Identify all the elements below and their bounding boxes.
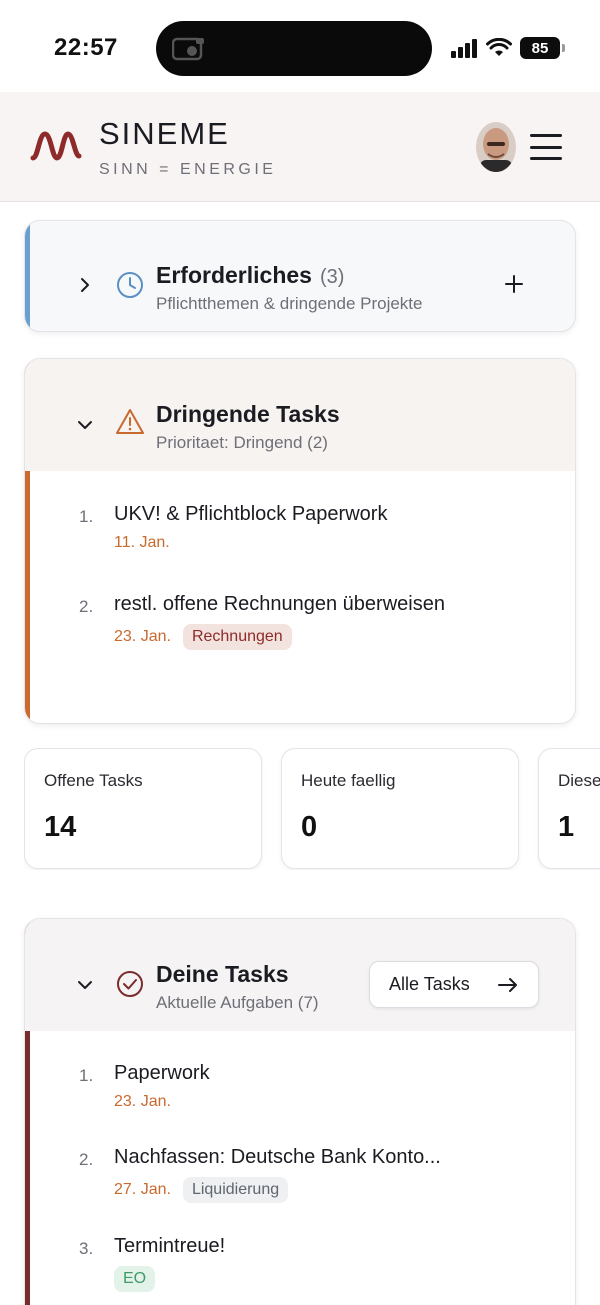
clock-icon: [117, 272, 143, 298]
battery-icon: 85: [520, 37, 565, 59]
list-item[interactable]: 2. Nachfassen: Deutsche Bank Konto... 27…: [25, 1145, 565, 1203]
stats-row: Offene Tasks 14 Heute faellig 0 Diese 1: [24, 748, 600, 870]
warning-icon: [116, 409, 144, 434]
list-item[interactable]: 1. Paperwork 23. Jan.: [25, 1061, 565, 1111]
task-number: 1.: [79, 507, 94, 526]
list-item[interactable]: 3. Termintreue! EO: [25, 1234, 565, 1292]
screen-recording-icon: [172, 37, 204, 61]
task-title: Termintreue!: [114, 1235, 226, 1257]
brand-name: SINEME: [99, 116, 230, 151]
status-time: 22:57: [54, 34, 118, 61]
all-tasks-button-label: Alle Tasks: [389, 974, 470, 994]
stat-value: 1: [558, 811, 575, 843]
stat-card-this-week[interactable]: Diese 1: [538, 748, 600, 869]
task-tag: Liquidierung: [182, 1177, 289, 1203]
hamburger-menu-icon[interactable]: [530, 134, 562, 160]
chevron-down-icon[interactable]: [77, 977, 93, 993]
task-tag: EO: [114, 1266, 156, 1292]
task-title: Paperwork: [114, 1062, 210, 1084]
stat-label: Diese: [558, 771, 600, 790]
add-icon[interactable]: [503, 273, 525, 295]
required-card-header[interactable]: Erforderliches (3) Pflichtthemen & dringe…: [25, 221, 575, 331]
status-bar: 22:57 85: [0, 0, 600, 92]
my-tasks-card: Deine Tasks Aktuelle Aufgaben (7) Alle T…: [24, 918, 576, 1305]
stat-label: Heute faellig: [301, 771, 396, 790]
task-title: UKV! & Pflichtblock Paperwork: [114, 503, 388, 525]
avatar-image: [476, 122, 516, 172]
task-title: restl. offene Rechnungen überweisen: [114, 593, 445, 615]
task-meta: EO: [114, 1266, 565, 1292]
urgent-subtitle: Prioritaet: Dringend (2): [156, 433, 328, 452]
all-tasks-button[interactable]: Alle Tasks: [369, 961, 539, 1008]
required-title-text: Erforderliches: [156, 262, 312, 288]
chevron-down-icon[interactable]: [77, 417, 93, 433]
avatar[interactable]: [476, 122, 516, 172]
task-meta: 11. Jan.: [114, 534, 565, 552]
list-item[interactable]: 2. restl. offene Rechnungen überweisen 2…: [25, 592, 505, 650]
stat-value: 14: [44, 811, 77, 843]
my-tasks-title: Deine Tasks: [156, 961, 289, 987]
task-due-date: 23. Jan.: [114, 628, 171, 645]
stat-card-open-tasks[interactable]: Offene Tasks 14: [24, 748, 262, 869]
task-due-date: 23. Jan.: [114, 1093, 171, 1110]
required-subtitle: Pflichtthemen & dringende Projekte: [156, 294, 423, 313]
logo-wave-icon: [30, 131, 82, 161]
urgent-tasks-card: Dringende Tasks Prioritaet: Dringend (2)…: [24, 358, 576, 724]
wifi-icon: [486, 38, 512, 56]
task-number: 1.: [79, 1066, 94, 1085]
task-meta: 27. Jan. Liquidierung: [114, 1177, 565, 1203]
stat-value: 0: [301, 811, 318, 843]
arrow-right-icon: [498, 978, 517, 992]
task-tag: Rechnungen: [182, 624, 292, 650]
required-count: (3): [319, 266, 345, 288]
required-card: Erforderliches (3) Pflichtthemen & dringe…: [24, 220, 576, 332]
app-header: SINEME SINN = ENERGIE: [0, 92, 600, 202]
my-tasks-card-header[interactable]: Deine Tasks Aktuelle Aufgaben (7) Alle T…: [25, 919, 575, 1031]
list-item[interactable]: 1. UKV! & Pflichtblock Paperwork 11. Jan…: [25, 502, 565, 552]
required-title: Erforderliches (3): [156, 262, 344, 289]
urgent-title: Dringende Tasks: [156, 401, 340, 427]
task-meta: 23. Jan. Rechnungen: [114, 624, 505, 650]
check-circle-icon: [117, 971, 143, 997]
stat-label: Offene Tasks: [44, 771, 143, 790]
task-number: 2.: [79, 1150, 94, 1169]
task-number: 3.: [79, 1239, 94, 1258]
task-due-date: 11. Jan.: [114, 534, 170, 551]
task-due-date: 27. Jan.: [114, 1181, 171, 1198]
task-meta: 23. Jan.: [114, 1093, 565, 1111]
brand-tagline: SINN = ENERGIE: [99, 161, 277, 178]
chevron-right-icon[interactable]: [77, 277, 93, 293]
cellular-signal-icon: [451, 39, 477, 58]
stat-card-due-today[interactable]: Heute faellig 0: [281, 748, 519, 869]
my-tasks-subtitle: Aktuelle Aufgaben (7): [156, 993, 319, 1012]
status-icons: 85: [450, 36, 565, 60]
battery-level: 85: [531, 39, 549, 57]
task-number: 2.: [79, 597, 94, 616]
task-title: Nachfassen: Deutsche Bank Konto...: [114, 1146, 441, 1168]
urgent-card-header[interactable]: Dringende Tasks Prioritaet: Dringend (2): [25, 359, 575, 471]
